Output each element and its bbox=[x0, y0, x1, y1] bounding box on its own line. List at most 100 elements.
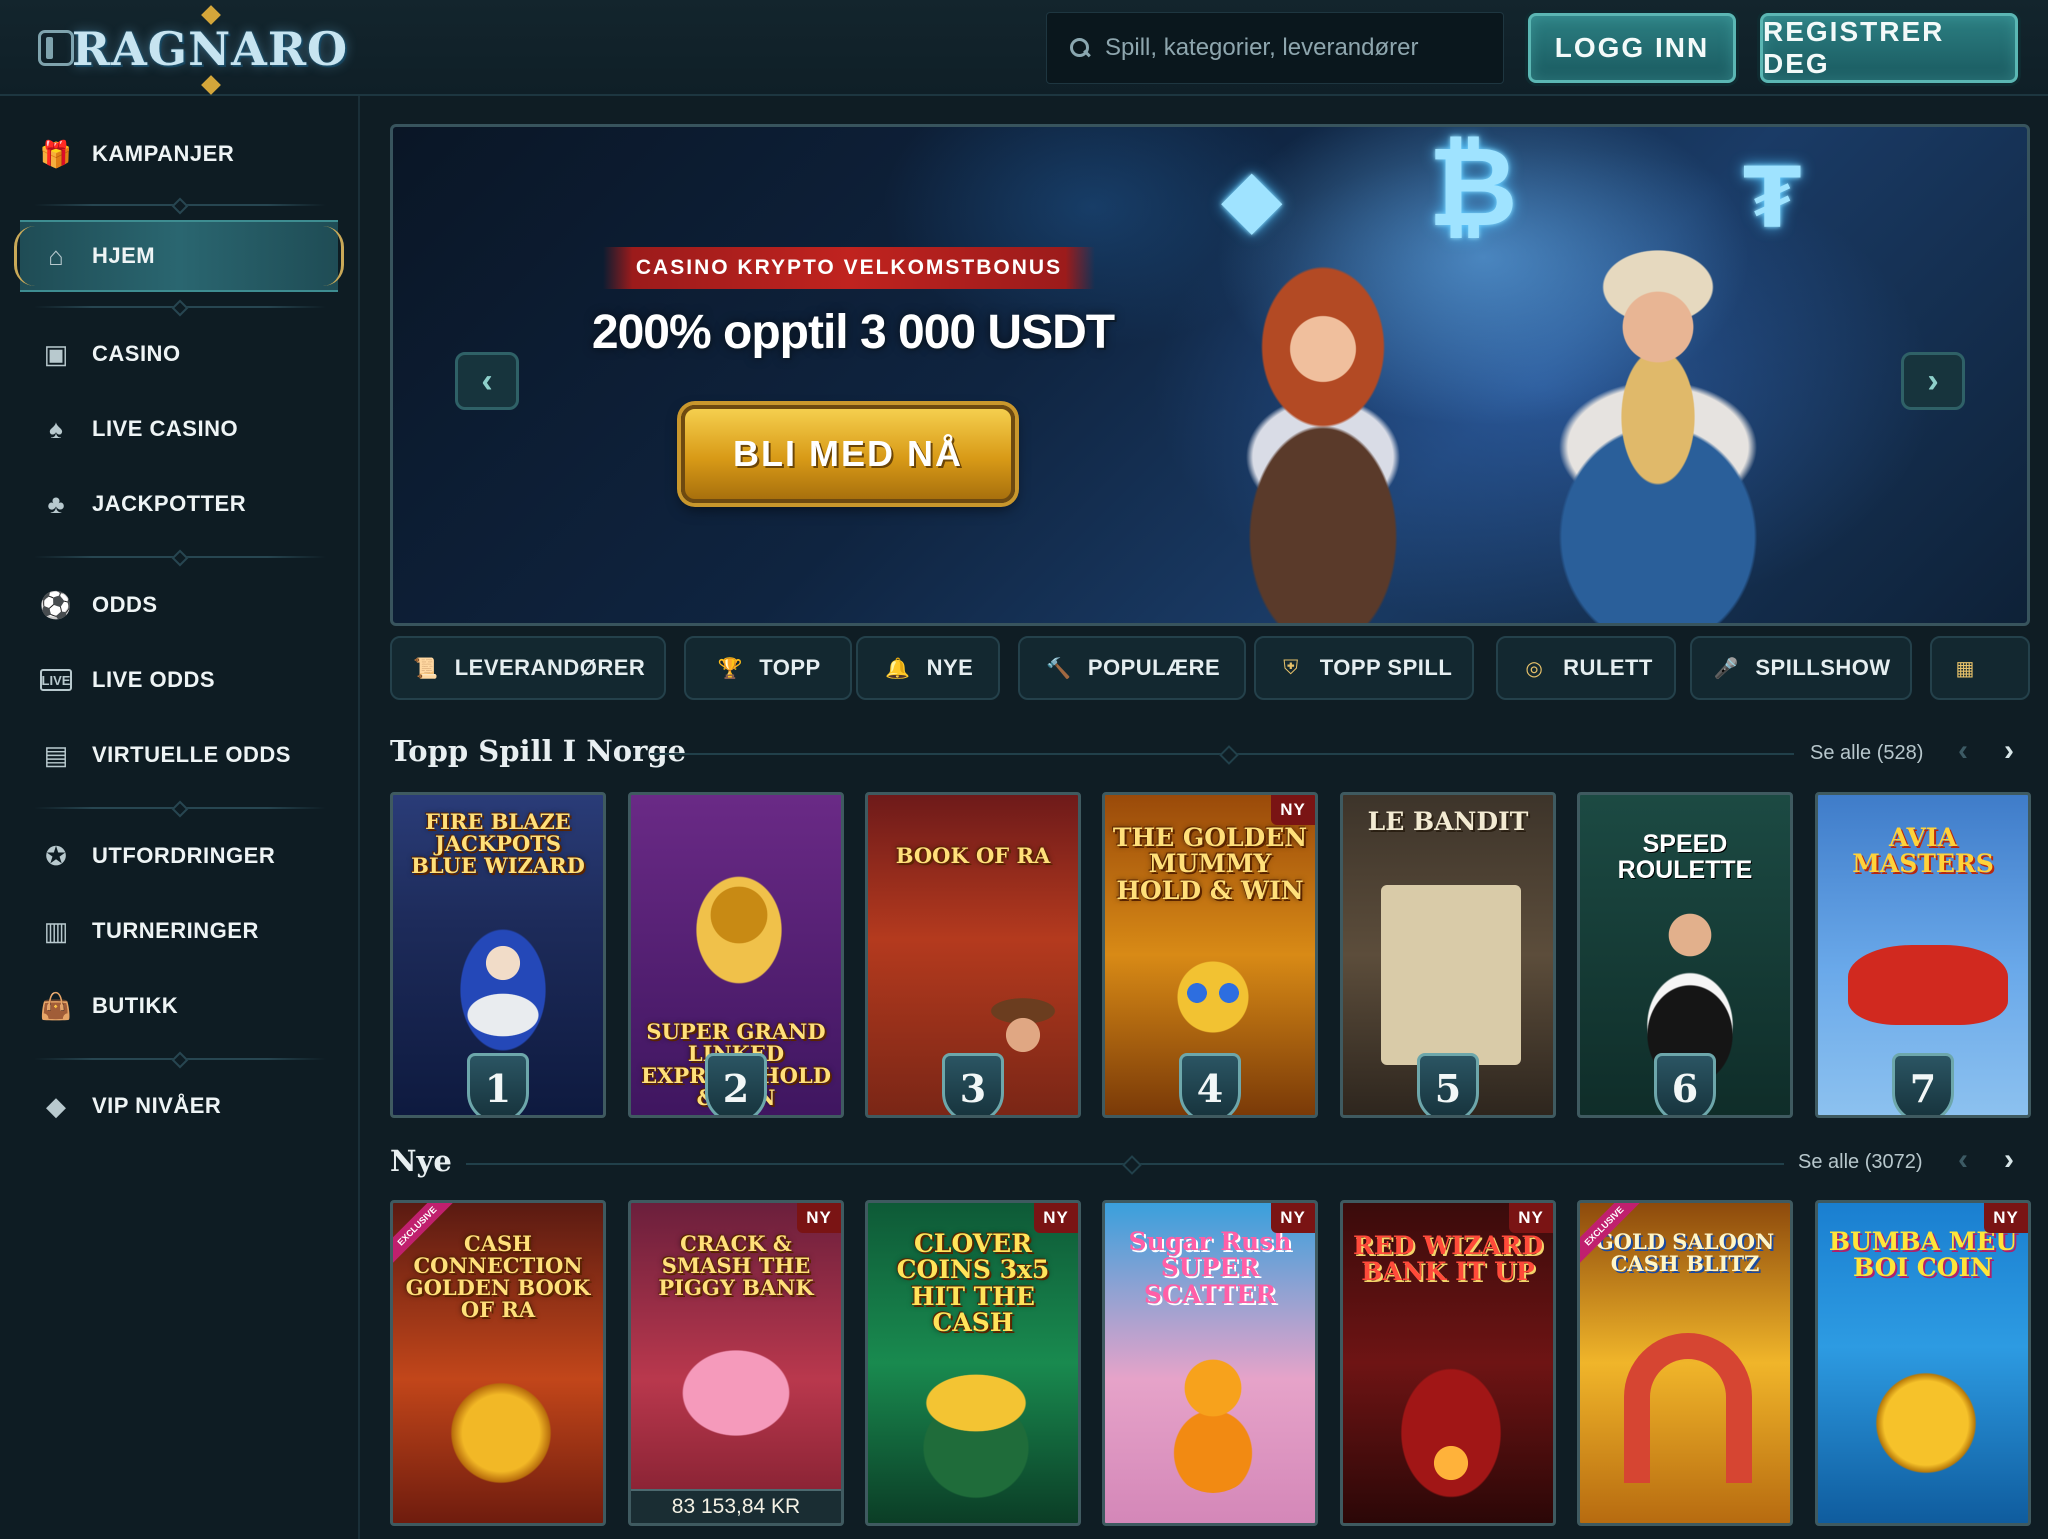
category-label: SPILLSHOW bbox=[1755, 655, 1891, 680]
roulette-icon: ◎ bbox=[1525, 657, 1543, 680]
sidebar-item-label: HJEM bbox=[92, 243, 156, 268]
sidebar-item-casino[interactable]: ▣ CASINO bbox=[0, 322, 360, 386]
sidebar-item-live-casino[interactable]: ♠ LIVE CASINO bbox=[0, 397, 360, 461]
sidebar-item-utfordringer[interactable]: ✪ UTFORDRINGER bbox=[0, 824, 360, 888]
game-card[interactable]: CLOVER COINS 3x5 HIT THE CASH NY bbox=[865, 1200, 1081, 1526]
category-leverandorer[interactable]: 📜 LEVERANDØRER bbox=[390, 636, 666, 700]
sidebar-item-label: VIP NIVÅER bbox=[92, 1093, 222, 1118]
new-badge: NY bbox=[1271, 795, 1315, 825]
game-art bbox=[902, 1353, 1050, 1503]
new-games-prev-arrow-icon[interactable]: ‹ bbox=[1958, 1143, 1968, 1177]
category-rulett[interactable]: ◎ RULETT bbox=[1496, 636, 1676, 700]
ragnaro-logo[interactable]: RAGNARO bbox=[72, 5, 347, 95]
game-card[interactable]: CASH CONNECTION GOLDEN BOOK OF RA EXCLUS… bbox=[390, 1200, 606, 1526]
new-games-see-all-link[interactable]: Se alle (3072) bbox=[1798, 1151, 1923, 1174]
join-now-button[interactable]: BLI MED NÅ bbox=[681, 405, 1015, 503]
game-rank-badge: 6 bbox=[1654, 1053, 1716, 1115]
game-title: RED WIZARD BANK IT UP bbox=[1352, 1231, 1544, 1287]
top-games-prev-arrow-icon[interactable]: ‹ bbox=[1958, 734, 1968, 768]
game-rank-badge: 7 bbox=[1892, 1053, 1954, 1115]
sidebar-item-vip-nivaer[interactable]: ◆ VIP NIVÅER bbox=[0, 1074, 360, 1138]
sidebar-item-label: BUTIKK bbox=[92, 993, 179, 1018]
sidebar: 🎁 KAMPANJER ⌂ HJEM ▣ CASINO ♠ LIVE CASIN… bbox=[0, 96, 360, 1539]
sidebar-divider bbox=[34, 556, 326, 558]
sidebar-item-turneringer[interactable]: ▥ TURNERINGER bbox=[0, 899, 360, 963]
game-art bbox=[443, 905, 563, 1075]
category-more[interactable]: ▦ bbox=[1930, 636, 2030, 700]
search-icon bbox=[1069, 37, 1091, 59]
sidebar-item-odds[interactable]: ⚽ ODDS bbox=[0, 573, 360, 637]
game-card[interactable]: BUMBA MEU BOI COIN NY bbox=[1815, 1200, 2031, 1526]
sidebar-item-jackpotter[interactable]: ♣ JACKPOTTER bbox=[0, 472, 360, 536]
game-card[interactable]: THE GOLDEN MUMMY HOLD & WIN NY 4 bbox=[1102, 792, 1318, 1118]
logo-text: RAGNARO bbox=[71, 22, 349, 76]
category-label: NYE bbox=[926, 655, 974, 680]
game-title: SPEED ROULETTE bbox=[1617, 830, 1753, 885]
game-card[interactable]: GOLD SALOON CASH BLITZ EXCLUSIVE bbox=[1577, 1200, 1793, 1526]
sidebar-divider bbox=[34, 306, 326, 308]
bell-icon: 🔔 bbox=[885, 657, 911, 680]
category-spillshow[interactable]: 🎤 SPILLSHOW bbox=[1690, 636, 1912, 700]
category-nye[interactable]: 🔔 NYE bbox=[856, 636, 1000, 700]
new-games-title: Nye bbox=[390, 1144, 452, 1178]
search-input[interactable] bbox=[1105, 34, 1485, 62]
card-icon: ♠ bbox=[49, 413, 63, 444]
category-more-icon: ▦ bbox=[1955, 657, 1975, 680]
game-card[interactable]: BOOK OF RA 3 bbox=[865, 792, 1081, 1118]
new-badge: NY bbox=[1509, 1203, 1553, 1233]
clover-icon: ♣ bbox=[47, 488, 65, 519]
sidebar-item-label: UTFORDRINGER bbox=[92, 843, 276, 868]
game-title: BOOK OF RA bbox=[895, 843, 1051, 868]
jackpot-value: 83 153,84 KR bbox=[631, 1489, 841, 1523]
top-games-title: Topp Spill I Norge bbox=[390, 734, 687, 768]
top-games-see-all-link[interactable]: Se alle (528) bbox=[1810, 742, 1923, 765]
medal-icon: ✪ bbox=[45, 840, 67, 871]
sidebar-item-hjem[interactable]: ⌂ HJEM bbox=[14, 220, 344, 292]
game-card[interactable]: AVIA MASTERS 7 bbox=[1815, 792, 2031, 1118]
game-art bbox=[431, 1363, 571, 1503]
login-button[interactable]: LOGG INN bbox=[1528, 13, 1736, 83]
game-card[interactable]: Sugar Rush SUPER SCATTER NY bbox=[1102, 1200, 1318, 1526]
hammer-icon: 🔨 bbox=[1046, 657, 1072, 680]
game-card[interactable]: SPEED ROULETTE 6 bbox=[1577, 792, 1793, 1118]
sidebar-item-label: VIRTUELLE ODDS bbox=[92, 742, 291, 767]
live-icon: LIVE bbox=[40, 669, 72, 691]
new-badge: NY bbox=[1271, 1203, 1315, 1233]
virtual-screen-icon: ▤ bbox=[43, 739, 69, 770]
game-card[interactable]: FIRE BLAZE JACKPOTS BLUE WIZARD 1 bbox=[390, 792, 606, 1118]
sidebar-item-virtuelle-odds[interactable]: ▤ VIRTUELLE ODDS bbox=[0, 723, 360, 787]
home-icon: ⌂ bbox=[48, 240, 64, 271]
soccer-ball-icon: ⚽ bbox=[39, 589, 73, 620]
category-label: TOPP SPILL bbox=[1319, 655, 1453, 680]
game-art bbox=[1377, 1343, 1525, 1513]
game-title: Sugar Rush SUPER SCATTER bbox=[1128, 1227, 1292, 1309]
banner-prev-arrow-icon[interactable]: ‹ bbox=[455, 352, 519, 410]
search-box[interactable] bbox=[1046, 12, 1504, 84]
sidebar-item-live-odds[interactable]: LIVE LIVE ODDS bbox=[0, 648, 360, 712]
new-badge: NY bbox=[1034, 1203, 1078, 1233]
sidebar-item-kampanjer[interactable]: 🎁 KAMPANJER bbox=[0, 122, 360, 186]
top-games-next-arrow-icon[interactable]: › bbox=[2004, 734, 2014, 768]
game-card[interactable]: SUPER GRAND LINKED EXPRESS HOLD & WIN 2 bbox=[628, 792, 844, 1118]
microphone-icon: 🎤 bbox=[1713, 657, 1739, 680]
sidebar-toggle-icon[interactable] bbox=[38, 30, 74, 66]
game-rank-badge: 4 bbox=[1179, 1053, 1241, 1115]
game-title: GOLD SALOON CASH BLITZ bbox=[1595, 1229, 1775, 1277]
game-art bbox=[661, 1333, 811, 1453]
promo-banner[interactable]: ◆ ₿ ₮ CASINO KRYPTO VELKOMSTBONUS 200% o… bbox=[390, 124, 2030, 626]
category-topp[interactable]: 🏆 TOPP bbox=[684, 636, 852, 700]
trophy-icon: 🏆 bbox=[717, 657, 743, 680]
sidebar-item-butikk[interactable]: 👜 BUTIKK bbox=[0, 974, 360, 1038]
new-games-next-arrow-icon[interactable]: › bbox=[2004, 1143, 2014, 1177]
category-topp-spill[interactable]: ⛨ TOPP SPILL bbox=[1254, 636, 1474, 700]
sidebar-divider bbox=[34, 204, 326, 206]
game-card[interactable]: RED WIZARD BANK IT UP NY bbox=[1340, 1200, 1556, 1526]
top-bar: RAGNARO LOGG INN REGISTRER DEG bbox=[0, 0, 2048, 96]
diamond-icon: ◆ bbox=[46, 1090, 66, 1121]
game-card[interactable]: LE BANDIT 5 bbox=[1340, 792, 1556, 1118]
register-button[interactable]: REGISTRER DEG bbox=[1760, 13, 2018, 83]
game-card[interactable]: CRACK & SMASH THE PIGGY BANK NY 83 153,8… bbox=[628, 1200, 844, 1526]
sidebar-divider bbox=[34, 807, 326, 809]
category-populaere[interactable]: 🔨 POPULÆRE bbox=[1018, 636, 1246, 700]
banner-next-arrow-icon[interactable]: › bbox=[1901, 352, 1965, 410]
